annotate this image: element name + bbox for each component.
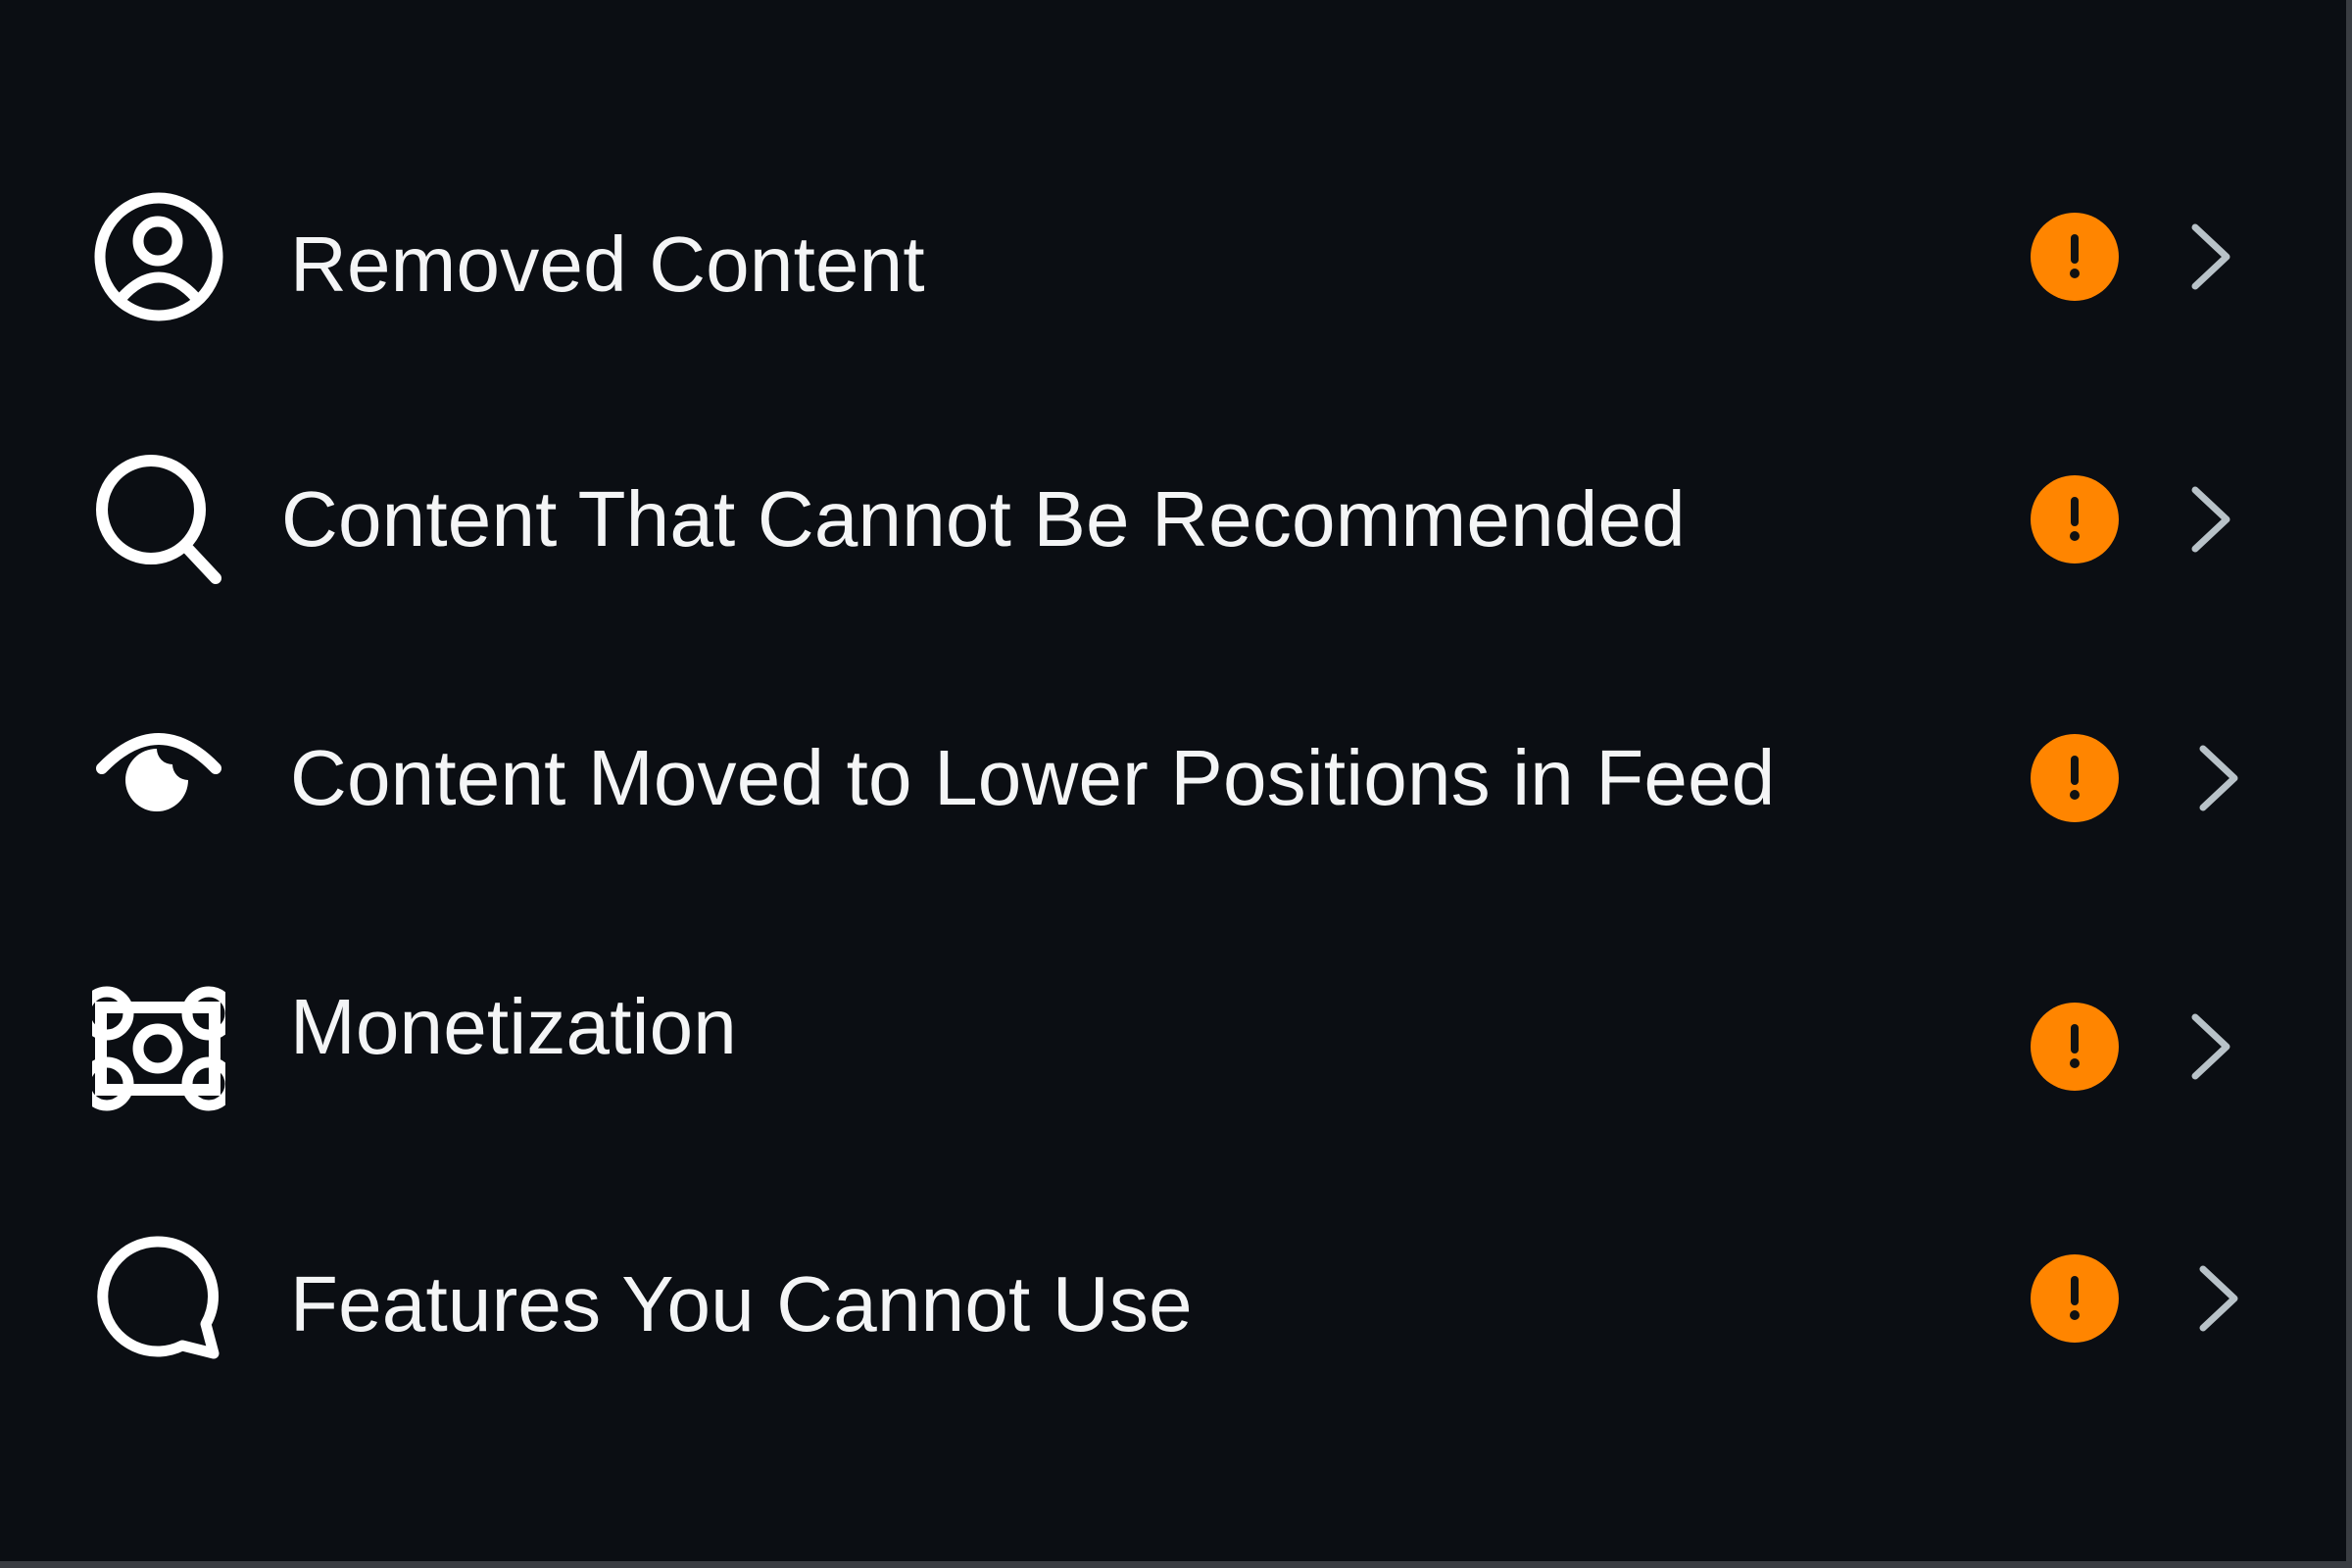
chevron-right-icon [2183,1007,2242,1086]
list-item-monetization[interactable]: Monetization [0,949,2346,1145]
list-item-removed-content[interactable]: Removed Content [0,159,2346,355]
chat-bubble-icon [92,1232,225,1365]
item-label: Content Moved to Lower Positions in Feed [290,734,1776,821]
warning-icon [2031,475,2119,564]
warning-icon [2031,1254,2119,1343]
warning-icon [2031,734,2119,822]
list-item-features-cannot-use[interactable]: Features You Cannot Use [0,1200,2346,1396]
eye-icon [92,711,225,845]
item-label: Monetization [290,983,737,1070]
user-circle-icon [92,190,225,323]
item-label: Removed Content [290,220,925,308]
list-item-lower-positions[interactable]: Content Moved to Lower Positions in Feed [0,680,2346,876]
chevron-right-icon [2191,1259,2250,1338]
account-status-list: Removed Content Content That Cannot Be R… [0,0,2352,1568]
warning-icon [2031,213,2119,301]
item-label: Features You Cannot Use [290,1260,1193,1348]
chevron-right-icon [2183,218,2242,296]
search-icon [92,453,225,586]
warning-icon [2031,1003,2119,1091]
chevron-right-icon [2183,480,2242,559]
chevron-right-icon [2191,739,2250,817]
item-label: Content That Cannot Be Recommended [281,475,1686,563]
money-icon [92,980,225,1113]
list-item-cannot-be-recommended[interactable]: Content That Cannot Be Recommended [0,421,2346,617]
